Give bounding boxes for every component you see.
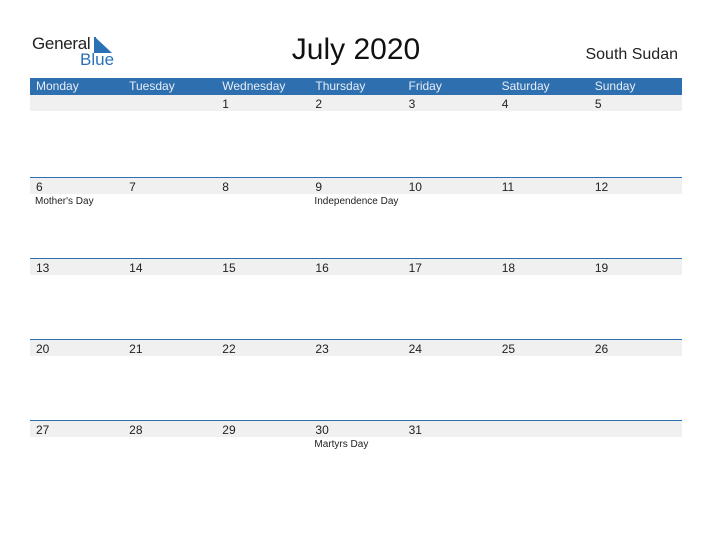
week-row: 20 21 22 23 24 25 26 xyxy=(30,339,682,421)
day-number: 10 xyxy=(408,180,422,194)
day-number: 26 xyxy=(594,342,609,356)
weekday-header: Monday Tuesday Wednesday Thursday Friday… xyxy=(30,78,682,95)
day-cell: 26 xyxy=(589,340,682,421)
day-cell: 17 xyxy=(403,259,496,340)
day-cell: 5 xyxy=(589,95,682,176)
day-cell: 20 xyxy=(30,340,123,421)
day-number: 27 xyxy=(36,423,50,437)
day-cell xyxy=(123,95,216,176)
week-row: 1 2 3 4 5 xyxy=(30,95,682,176)
day-cell: 29 xyxy=(216,421,309,502)
day-number: 11 xyxy=(501,180,515,194)
holiday-label: Mother's Day xyxy=(35,196,94,207)
day-cell: 7 xyxy=(123,178,216,259)
day-number: 16 xyxy=(315,261,329,275)
day-number: 23 xyxy=(315,342,329,356)
day-cell: 2 xyxy=(309,95,402,176)
day-number: 21 xyxy=(129,342,143,356)
day-cell: 21 xyxy=(123,340,216,421)
day-cell: 11 xyxy=(496,178,589,259)
day-number: 22 xyxy=(222,342,236,356)
day-number: 8 xyxy=(222,180,229,194)
day-number: 17 xyxy=(408,261,422,275)
day-number: 9 xyxy=(315,180,323,194)
day-cell: 10 xyxy=(403,178,496,259)
day-number: 25 xyxy=(501,342,516,356)
day-cell xyxy=(589,421,682,502)
day-number: 3 xyxy=(408,97,416,111)
day-number: 14 xyxy=(129,261,143,275)
day-number: 6 xyxy=(36,180,43,194)
day-cell: 3 xyxy=(403,95,496,176)
holiday-label: Independence Day xyxy=(314,196,399,207)
holiday-label: Martyrs Day xyxy=(314,439,369,450)
day-cell: 8 xyxy=(216,178,309,259)
day-cell: 24 xyxy=(403,340,496,421)
day-number: 15 xyxy=(222,261,236,275)
day-number: 28 xyxy=(129,423,143,437)
day-cell: 30 Martyrs Day xyxy=(309,421,402,502)
day-cell: 28 xyxy=(123,421,216,502)
week-row: 13 14 15 16 17 18 19 xyxy=(30,258,682,340)
weekday-saturday: Saturday xyxy=(501,79,550,93)
weekday-wednesday: Wednesday xyxy=(222,79,286,93)
day-cell: 9 Independence Day xyxy=(309,178,402,259)
weekday-friday: Friday xyxy=(408,79,442,93)
day-number: 29 xyxy=(222,423,236,437)
day-number: 7 xyxy=(129,180,136,194)
day-number: 12 xyxy=(594,180,609,194)
day-number: 31 xyxy=(408,423,422,437)
day-number: 20 xyxy=(36,342,50,356)
day-number: 5 xyxy=(594,97,602,111)
week-row: 27 28 29 30 Martyrs Day 31 xyxy=(30,420,682,502)
weekday-tuesday: Tuesday xyxy=(129,79,175,93)
day-cell: 27 xyxy=(30,421,123,502)
weekday-monday: Monday xyxy=(36,79,79,93)
day-cell xyxy=(496,421,589,502)
day-cell: 23 xyxy=(309,340,402,421)
day-cell: 15 xyxy=(216,259,309,340)
day-cell: 14 xyxy=(123,259,216,340)
day-cell: 31 xyxy=(403,421,496,502)
day-number: 4 xyxy=(501,97,509,111)
weekday-sunday: Sunday xyxy=(594,79,636,93)
day-cell: 22 xyxy=(216,340,309,421)
day-cell xyxy=(30,95,123,176)
day-number: 30 xyxy=(315,423,329,437)
day-number: 18 xyxy=(501,261,516,275)
day-cell: 1 xyxy=(216,95,309,176)
day-number: 13 xyxy=(36,261,50,275)
day-number: 1 xyxy=(222,97,229,111)
day-cell: 19 xyxy=(589,259,682,340)
day-cell: 16 xyxy=(309,259,402,340)
day-cell: 25 xyxy=(496,340,589,421)
day-cell: 18 xyxy=(496,259,589,340)
week-row: 6 Mother's Day 7 8 9 Independence Day 10 11 12 xyxy=(30,177,682,259)
weekday-thursday: Thursday xyxy=(315,79,366,93)
day-cell: 13 xyxy=(30,259,123,340)
day-cell: 12 xyxy=(589,178,682,259)
day-number: 24 xyxy=(408,342,422,356)
day-number: 19 xyxy=(594,261,609,275)
day-cell: 4 xyxy=(496,95,589,176)
country-label: South Sudan xyxy=(585,46,678,63)
day-number: 2 xyxy=(315,97,323,111)
day-cell: 6 Mother's Day xyxy=(30,178,123,259)
